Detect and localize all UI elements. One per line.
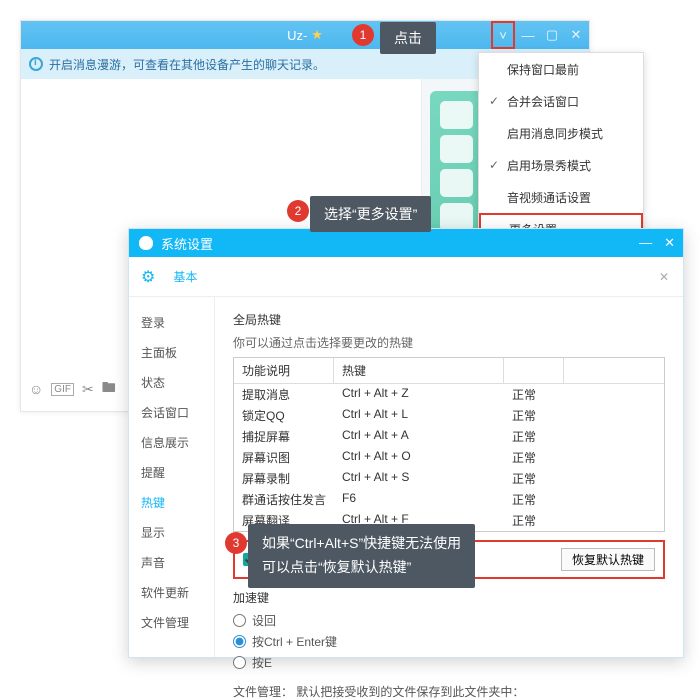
- step3-label: 如果“Ctrl+Alt+S”快捷键无法使用 可以点击“恢复默认热键”: [248, 524, 475, 588]
- panel-close-icon[interactable]: ✕: [659, 270, 669, 284]
- accel-r3-label: 按E: [252, 654, 272, 671]
- nav-update[interactable]: 软件更新: [129, 577, 214, 607]
- close-icon[interactable]: ✕: [569, 27, 583, 43]
- hotkey-row[interactable]: 群通话按住发言F6正常: [234, 489, 664, 510]
- accel-r2-label: 按Ctrl + Enter键: [252, 633, 337, 650]
- menu-scene-mode[interactable]: 启用场景秀模式: [479, 149, 643, 181]
- gear-icon: ⚙: [141, 267, 155, 287]
- step2-label: 选择“更多设置”: [310, 196, 431, 232]
- chat-titlebar: Uz- ★ ˅ — ▢ ✕: [21, 21, 589, 49]
- nav-sound[interactable]: 声音: [129, 547, 214, 577]
- nav-login[interactable]: 登录: [129, 307, 214, 337]
- menu-merge-windows[interactable]: 合并会话窗口: [479, 85, 643, 117]
- settings-titlebar: 系统设置 — ✕: [129, 229, 683, 257]
- accel-radio-3[interactable]: [233, 656, 246, 669]
- nav-remind[interactable]: 提醒: [129, 457, 214, 487]
- accel-r1-label: 设回: [252, 612, 276, 629]
- settings-window: 系统设置 — ✕ ⚙ 基本 ✕ 登录 主面板 状态 会话窗口 信息展示 提醒 热…: [128, 228, 684, 658]
- nav-mainpanel[interactable]: 主面板: [129, 337, 214, 367]
- step3-line1: 如果“Ctrl+Alt+S”快捷键无法使用: [262, 535, 461, 551]
- minimize-icon[interactable]: —: [521, 28, 535, 43]
- filemgmt-text: 默认把接受收到的文件保存到此文件夹中：: [296, 685, 524, 699]
- restore-hotkey-button[interactable]: 恢复默认热键: [561, 548, 655, 571]
- settings-close-icon[interactable]: ✕: [664, 235, 675, 251]
- filemgmt-label: 文件管理：: [233, 685, 293, 699]
- scissors-icon[interactable]: ✂: [82, 381, 94, 398]
- star-icon: ★: [311, 27, 323, 43]
- global-hotkey-sub: 你可以通过点击选择要更改的热键: [233, 334, 665, 351]
- nav-display[interactable]: 显示: [129, 517, 214, 547]
- menu-sync-mode[interactable]: 启用消息同步模式: [479, 117, 643, 149]
- hotkey-table: 功能说明 热键 提取消息Ctrl + Alt + Z正常锁定QQCtrl + A…: [233, 357, 665, 532]
- step2-badge: 2: [287, 200, 309, 222]
- step3-line2: 可以点击“恢复默认热键”: [262, 559, 411, 575]
- global-hotkey-title: 全局热键: [233, 311, 665, 328]
- emoji-icon[interactable]: ☺: [29, 381, 43, 397]
- hotkey-row[interactable]: 提取消息Ctrl + Alt + Z正常: [234, 384, 664, 405]
- window-controls: — ▢ ✕: [521, 21, 583, 49]
- col-key: 热键: [334, 358, 504, 383]
- hotkey-row[interactable]: 屏幕录制Ctrl + Alt + S正常: [234, 468, 664, 489]
- hotkey-row[interactable]: 锁定QQCtrl + Alt + L正常: [234, 405, 664, 426]
- nav-session[interactable]: 会话窗口: [129, 397, 214, 427]
- settings-nav: 登录 主面板 状态 会话窗口 信息展示 提醒 热键 显示 声音 软件更新 文件管…: [129, 297, 215, 657]
- settings-content: 全局热键 你可以通过点击选择要更改的热键 功能说明 热键 提取消息Ctrl + …: [215, 297, 683, 657]
- step1-badge: 1: [352, 24, 374, 46]
- chat-info-text: 开启消息漫游，可查看在其他设备产生的聊天记录。: [49, 56, 325, 73]
- maximize-icon[interactable]: ▢: [545, 27, 559, 43]
- step3-badge: 3: [225, 532, 247, 554]
- chat-toolbar: ☺ GIF ✂ 🖿: [29, 377, 116, 401]
- app-icon: [139, 236, 153, 250]
- settings-title-text: 系统设置: [161, 234, 213, 253]
- folder-icon[interactable]: 🖿: [102, 377, 116, 401]
- tab-basic[interactable]: 基本: [173, 268, 197, 285]
- chat-title-text: Uz-: [287, 28, 307, 43]
- col-status: [504, 358, 564, 383]
- gif-icon[interactable]: GIF: [51, 383, 74, 396]
- nav-infodisplay[interactable]: 信息展示: [129, 427, 214, 457]
- settings-tabs: ⚙ 基本 ✕: [129, 257, 683, 297]
- col-func: 功能说明: [234, 358, 334, 383]
- accel-title: 加速键: [233, 589, 665, 606]
- nav-status[interactable]: 状态: [129, 367, 214, 397]
- accel-section: 加速键 设回 按Ctrl + Enter键 按E: [233, 589, 665, 671]
- step1-label: 点击: [380, 22, 436, 54]
- menu-keep-front[interactable]: 保持窗口最前: [479, 53, 643, 85]
- filemgmt-section: 文件管理： 默认把接受收到的文件保存到此文件夹中：: [233, 683, 665, 700]
- hotkey-row[interactable]: 屏幕识图Ctrl + Alt + O正常: [234, 447, 664, 468]
- accel-radio-1[interactable]: [233, 614, 246, 627]
- hotkey-row[interactable]: 捕捉屏幕Ctrl + Alt + A正常: [234, 426, 664, 447]
- nav-filemgmt[interactable]: 文件管理: [129, 607, 214, 637]
- nav-hotkey[interactable]: 热键: [129, 487, 214, 517]
- info-icon: [29, 57, 43, 71]
- accel-radio-2[interactable]: [233, 635, 246, 648]
- dropdown-trigger[interactable]: ˅: [491, 21, 515, 49]
- settings-minimize-icon[interactable]: —: [639, 235, 652, 251]
- chat-dropdown-menu: 保持窗口最前 合并会话窗口 启用消息同步模式 启用场景秀模式 音视频通话设置 更…: [478, 52, 644, 246]
- settings-body: 登录 主面板 状态 会话窗口 信息展示 提醒 热键 显示 声音 软件更新 文件管…: [129, 297, 683, 657]
- hotkey-table-header: 功能说明 热键: [234, 358, 664, 384]
- menu-av-settings[interactable]: 音视频通话设置: [479, 181, 643, 213]
